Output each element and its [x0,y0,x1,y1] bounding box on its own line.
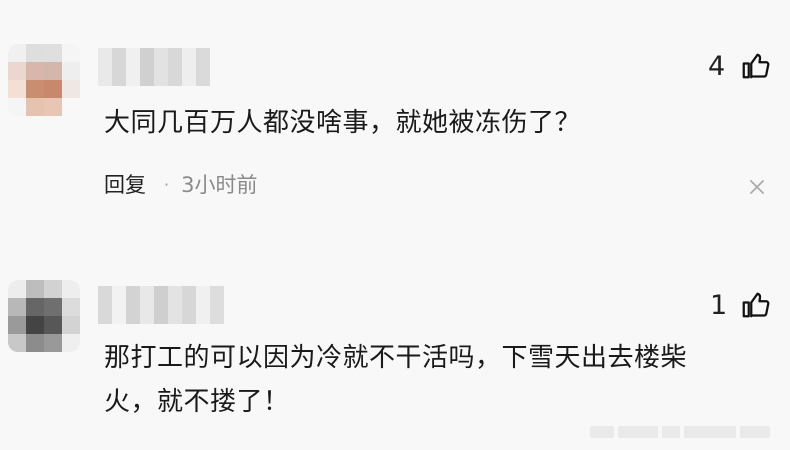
timestamp: 3小时前 [181,173,258,197]
close-icon[interactable] [748,178,766,196]
username-redacted[interactable] [98,286,224,324]
comment-item: 4 大同几百万人都没啥事，就她被冻伤了？ 回复 · 3小时前 [0,0,790,230]
avatar[interactable] [8,44,80,116]
comment-meta: 回复 · 3小时前 [104,168,257,200]
comment-text: 大同几百万人都没啥事，就她被冻伤了？ [104,108,582,138]
comment-item: 1 那打工的可以因为冷就不干活吗，下雪天出去楼柴火，就不搂了！ [0,268,790,450]
separator-dot: · [164,174,170,194]
avatar[interactable] [8,280,80,352]
reply-button[interactable]: 回复 [104,169,146,199]
comment-text: 那打工的可以因为冷就不干活吗，下雪天出去楼柴火，就不搂了！ [104,343,688,417]
watermark [590,426,780,442]
thumbs-up-icon[interactable] [740,290,770,320]
like-count: 4 [708,51,726,82]
like-count: 1 [710,290,728,321]
thumbs-up-icon[interactable] [740,51,770,81]
username-redacted[interactable] [98,48,210,86]
